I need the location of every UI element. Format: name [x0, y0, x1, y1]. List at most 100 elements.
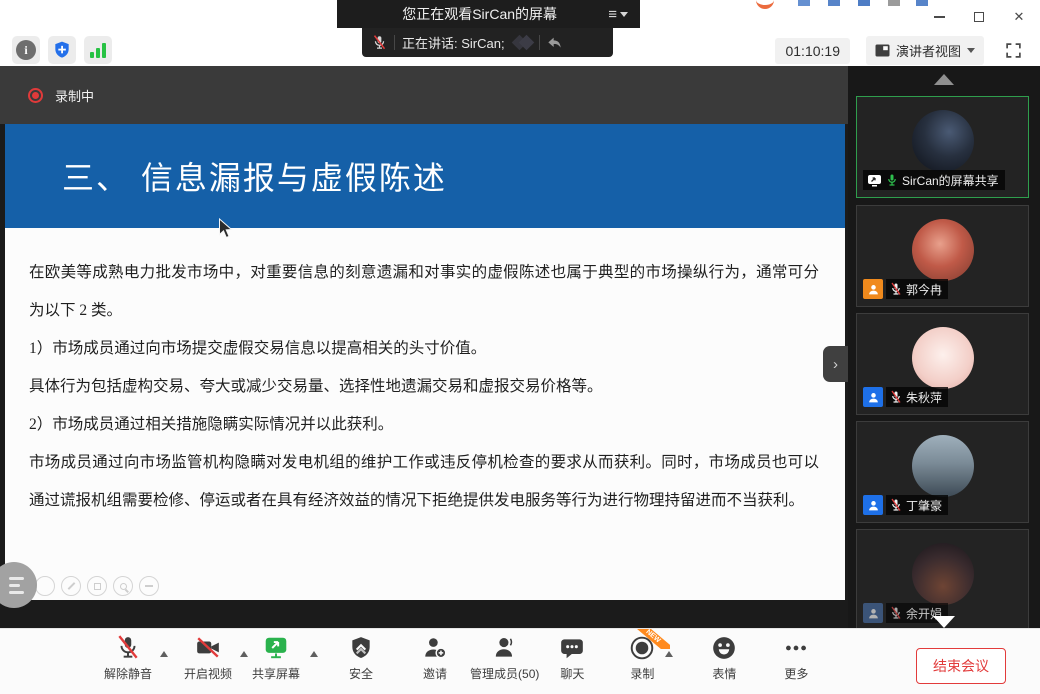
slideshow-frame-button[interactable] [87, 576, 107, 596]
participant-name: 郭今冉 [906, 281, 942, 298]
participant-tile[interactable]: 朱秋萍 [856, 313, 1029, 415]
meeting-security-button[interactable] [48, 36, 76, 64]
network-signal-button[interactable] [84, 36, 112, 64]
mic-muted-icon [890, 498, 902, 512]
manage-members-button[interactable]: 管理成员(50) [470, 635, 539, 682]
record-options-chevron[interactable] [665, 651, 673, 657]
scroll-down-button[interactable] [933, 616, 955, 628]
participant-tile[interactable]: 丁肇豪 [856, 421, 1029, 523]
emoji-button[interactable]: 表情 [711, 635, 737, 682]
participant-name-row: 郭今冉 [863, 279, 948, 299]
record-icon [629, 635, 655, 661]
share-options-chevron[interactable] [310, 651, 318, 657]
fullscreen-icon [1005, 42, 1022, 59]
maximize-button[interactable] [966, 6, 992, 28]
background-icon-fragment [888, 0, 900, 6]
unmute-button[interactable]: 解除静音 [104, 635, 152, 682]
person-icon [492, 635, 518, 661]
meeting-info-button[interactable]: i [12, 36, 40, 64]
more-dots-icon [783, 635, 809, 661]
button-label: 表情 [712, 665, 736, 682]
participant-tile[interactable]: 郭今冉 [856, 205, 1029, 307]
participant-name: SirCan的屏幕共享 [902, 172, 999, 189]
button-label: 解除静音 [104, 665, 152, 682]
shield-icon [348, 635, 374, 661]
chat-button[interactable]: 聊天 [559, 635, 585, 682]
button-label: 录制 [630, 665, 654, 682]
slideshow-more-button[interactable] [139, 576, 159, 596]
share-screen-button[interactable]: 共享屏幕 [252, 635, 300, 682]
screen-share-icon [867, 174, 882, 187]
person-add-icon [422, 635, 448, 661]
background-logo-fragment [756, 0, 774, 9]
mic-muted-icon [890, 390, 902, 404]
avatar [912, 219, 974, 281]
meeting-timer: 01:10:19 [775, 38, 850, 64]
participant-tile[interactable]: 余开娟 [856, 529, 1029, 628]
screen-share-icon [263, 635, 289, 661]
window-controls: ✕ [926, 6, 1032, 28]
expand-panel-tab[interactable]: › [823, 346, 848, 382]
recording-dot-icon [28, 88, 43, 103]
slideshow-nav-button[interactable] [35, 576, 55, 596]
minimize-button[interactable] [926, 6, 952, 28]
meeting-window: ✕ i 01:10:19 演讲者视图 您正在观看SirCan的屏幕 ≡ [0, 0, 1040, 694]
participant-name: 丁肇豪 [906, 497, 942, 514]
person-icon [867, 499, 880, 512]
mic-muted-icon [115, 635, 141, 661]
invite-button[interactable]: 邀请 [422, 635, 448, 682]
background-icon-fragment [828, 0, 840, 6]
end-meeting-button[interactable]: 结束会议 [916, 648, 1006, 684]
fullscreen-button[interactable] [1000, 38, 1026, 64]
close-button[interactable]: ✕ [1006, 6, 1032, 28]
person-icon [867, 283, 880, 296]
view-mode-label: 演讲者视图 [896, 41, 961, 60]
maximize-icon [974, 12, 984, 22]
mic-muted-icon [372, 34, 387, 51]
security-button[interactable]: 安全 [348, 635, 374, 682]
participant-tile-sircan-share[interactable]: SirCan的屏幕共享 [856, 96, 1029, 198]
avatar [912, 327, 974, 389]
role-badge [863, 495, 883, 515]
meeting-status-icons: i [12, 36, 112, 64]
minimize-icon [934, 16, 945, 18]
slide-paragraph: 市场成员通过向市场监管机构隐瞒对发电机组的维护工作或违反停机检查的要求从而获利。… [29, 444, 819, 520]
background-icon-fragment [858, 0, 870, 6]
dash-icon [145, 585, 153, 587]
smiley-icon [711, 635, 737, 661]
divider [394, 35, 395, 50]
person-icon [867, 391, 880, 404]
slideshow-pen-button[interactable] [61, 576, 81, 596]
slide-paragraph: 2）市场成员通过相关措施隐瞒实际情况并以此获利。 [29, 406, 819, 444]
camera-muted-icon [195, 635, 221, 661]
mute-options-chevron[interactable] [160, 651, 168, 657]
participants-sidebar: SirCan的屏幕共享 郭今冉 [848, 66, 1040, 628]
watching-label: 您正在观看SirCan的屏幕 [355, 4, 604, 24]
button-label: 更多 [784, 665, 808, 682]
reply-arrow-icon[interactable] [547, 36, 563, 50]
speaking-banner: 正在讲话: SirCan; [362, 28, 613, 57]
banner-menu-button[interactable]: ≡ [604, 6, 632, 23]
presentation-slide: 三、 信息漏报与虚假陈述 在欧美等成熟电力批发市场中，对重要信息的刻意遗漏和对事… [5, 124, 845, 600]
slideshow-menu-button[interactable] [0, 562, 37, 608]
slide-body: 在欧美等成熟电力批发市场中，对重要信息的刻意遗漏和对事实的虚假陈述也属于典型的市… [5, 228, 845, 520]
slide-paragraph: 具体行为包括虚构交易、夸大或减少交易量、选择性地遗漏交易和虚报交易价格等。 [29, 368, 819, 406]
record-button[interactable]: NEW 录制 [629, 635, 655, 682]
video-options-chevron[interactable] [240, 651, 248, 657]
button-label: 管理成员(50) [470, 665, 539, 682]
button-label: 安全 [349, 665, 373, 682]
view-mode-dropdown[interactable]: 演讲者视图 [866, 36, 984, 65]
chevron-down-icon [620, 12, 628, 17]
chevron-down-icon [967, 48, 975, 53]
scroll-up-button[interactable] [934, 74, 954, 85]
avatar [912, 110, 974, 172]
participant-name: 朱秋萍 [906, 389, 942, 406]
avatar [912, 435, 974, 497]
slide-title-banner: 三、 信息漏报与虚假陈述 [5, 124, 845, 228]
more-button[interactable]: 更多 [783, 635, 809, 682]
participant-name-row: 朱秋萍 [863, 387, 948, 407]
start-video-button[interactable]: 开启视频 [184, 635, 232, 682]
slideshow-zoom-button[interactable] [113, 576, 133, 596]
button-label: 开启视频 [184, 665, 232, 682]
frame-icon [94, 583, 101, 590]
